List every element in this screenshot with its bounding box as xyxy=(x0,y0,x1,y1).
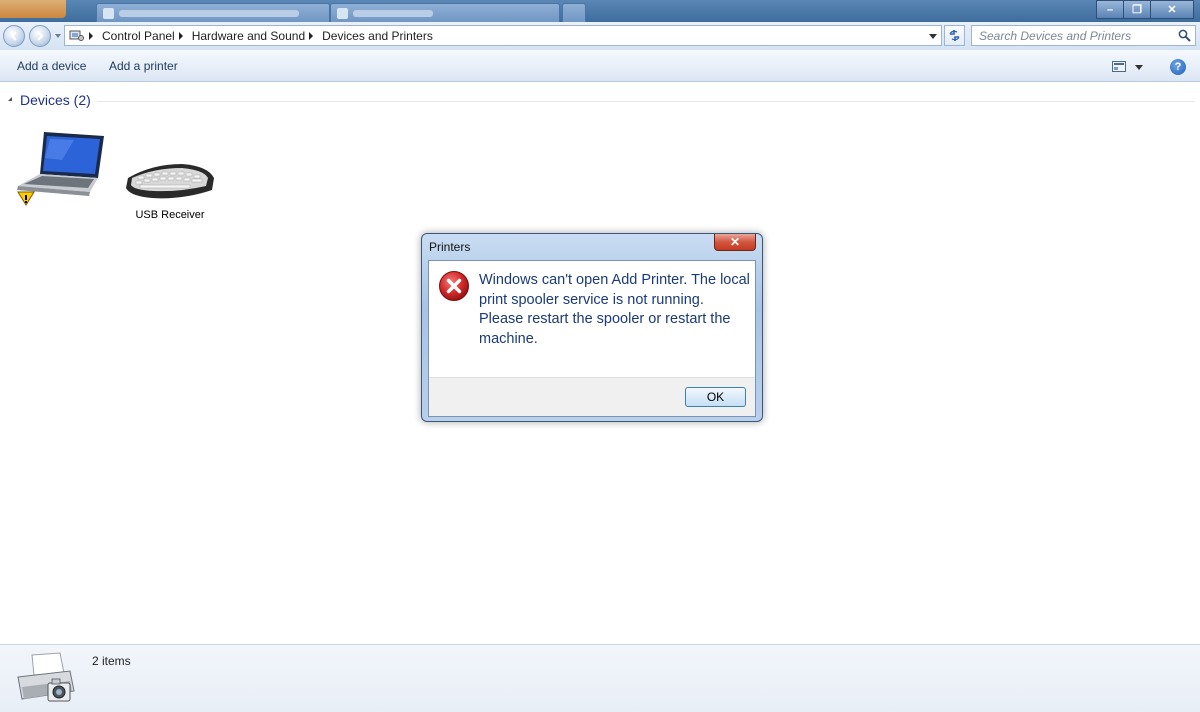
tab-favicon-icon xyxy=(103,8,114,19)
new-tab-button[interactable] xyxy=(562,3,586,23)
laptop-warning-icon xyxy=(17,132,104,206)
maximize-button[interactable]: ❐ xyxy=(1123,0,1151,19)
breadcrumb-hardware-and-sound[interactable]: Hardware and Sound xyxy=(192,29,305,43)
dialog-button-bar: OK xyxy=(429,377,755,416)
details-pane: 2 items xyxy=(0,644,1200,712)
back-button[interactable] xyxy=(3,25,25,47)
refresh-button[interactable] xyxy=(944,25,965,46)
background-tab[interactable] xyxy=(96,3,330,23)
close-window-button[interactable]: ✕ xyxy=(1150,0,1194,19)
group-divider xyxy=(97,101,1195,102)
tab-blurred-title xyxy=(353,10,433,17)
breadcrumb-devices-and-printers[interactable]: Devices and Printers xyxy=(322,29,433,43)
forward-arrow-icon xyxy=(37,31,44,41)
refresh-icon xyxy=(949,30,960,41)
dialog-close-button[interactable]: ✕ xyxy=(714,234,756,251)
control-panel-icon xyxy=(69,30,84,41)
start-orb xyxy=(0,0,66,18)
search-box[interactable] xyxy=(971,25,1196,46)
breadcrumb: Control Panel Hardware and Sound Devices… xyxy=(89,26,433,45)
device-laptop[interactable] xyxy=(14,130,110,213)
error-icon xyxy=(439,271,469,301)
browser-title-strip: – ❐ ✕ xyxy=(0,0,1200,23)
collapse-triangle-icon[interactable] xyxy=(8,97,12,101)
tab-blurred-title xyxy=(119,10,299,17)
tab-favicon-icon xyxy=(337,8,348,19)
device-usb-receiver[interactable]: USB Receiver xyxy=(122,160,218,221)
back-arrow-icon xyxy=(10,31,17,41)
recent-pages-dropdown[interactable] xyxy=(55,34,61,38)
search-icon[interactable] xyxy=(1178,29,1191,42)
breadcrumb-separator-icon[interactable] xyxy=(309,31,314,40)
address-bar[interactable]: Control Panel Hardware and Sound Devices… xyxy=(64,25,942,46)
address-history-dropdown[interactable] xyxy=(929,34,937,39)
help-button[interactable]: ? xyxy=(1170,59,1186,75)
change-view-icon[interactable] xyxy=(1112,61,1126,72)
add-printer-button[interactable]: Add a printer xyxy=(109,59,178,73)
search-input[interactable] xyxy=(972,26,1179,45)
dialog-body: Windows can't open Add Printer. The loca… xyxy=(428,260,756,417)
breadcrumb-control-panel[interactable]: Control Panel xyxy=(102,29,175,43)
background-tab[interactable] xyxy=(330,3,560,23)
minimize-button[interactable]: – xyxy=(1096,0,1124,19)
item-count-text: 2 items xyxy=(92,654,131,668)
forward-button[interactable] xyxy=(29,25,51,47)
view-options-dropdown[interactable] xyxy=(1135,65,1143,70)
command-bar: Add a device Add a printer ? xyxy=(0,50,1200,82)
device-usb-receiver-label: USB Receiver xyxy=(135,209,205,221)
printer-icon xyxy=(17,652,75,702)
address-row: Control Panel Hardware and Sound Devices… xyxy=(0,22,1200,50)
breadcrumb-separator-icon[interactable] xyxy=(178,31,183,40)
dialog-message: Windows can't open Add Printer. The loca… xyxy=(479,272,750,347)
devices-group-header[interactable]: Devices (2) xyxy=(20,92,91,108)
breadcrumb-separator-icon[interactable] xyxy=(89,31,93,40)
dialog-title: Printers xyxy=(429,240,471,254)
printers-error-dialog: Printers ✕ Windows can't open Add Printe… xyxy=(421,233,763,422)
keyboard-icon xyxy=(126,164,214,199)
ok-button[interactable]: OK xyxy=(685,387,746,407)
add-device-button[interactable]: Add a device xyxy=(17,59,86,73)
